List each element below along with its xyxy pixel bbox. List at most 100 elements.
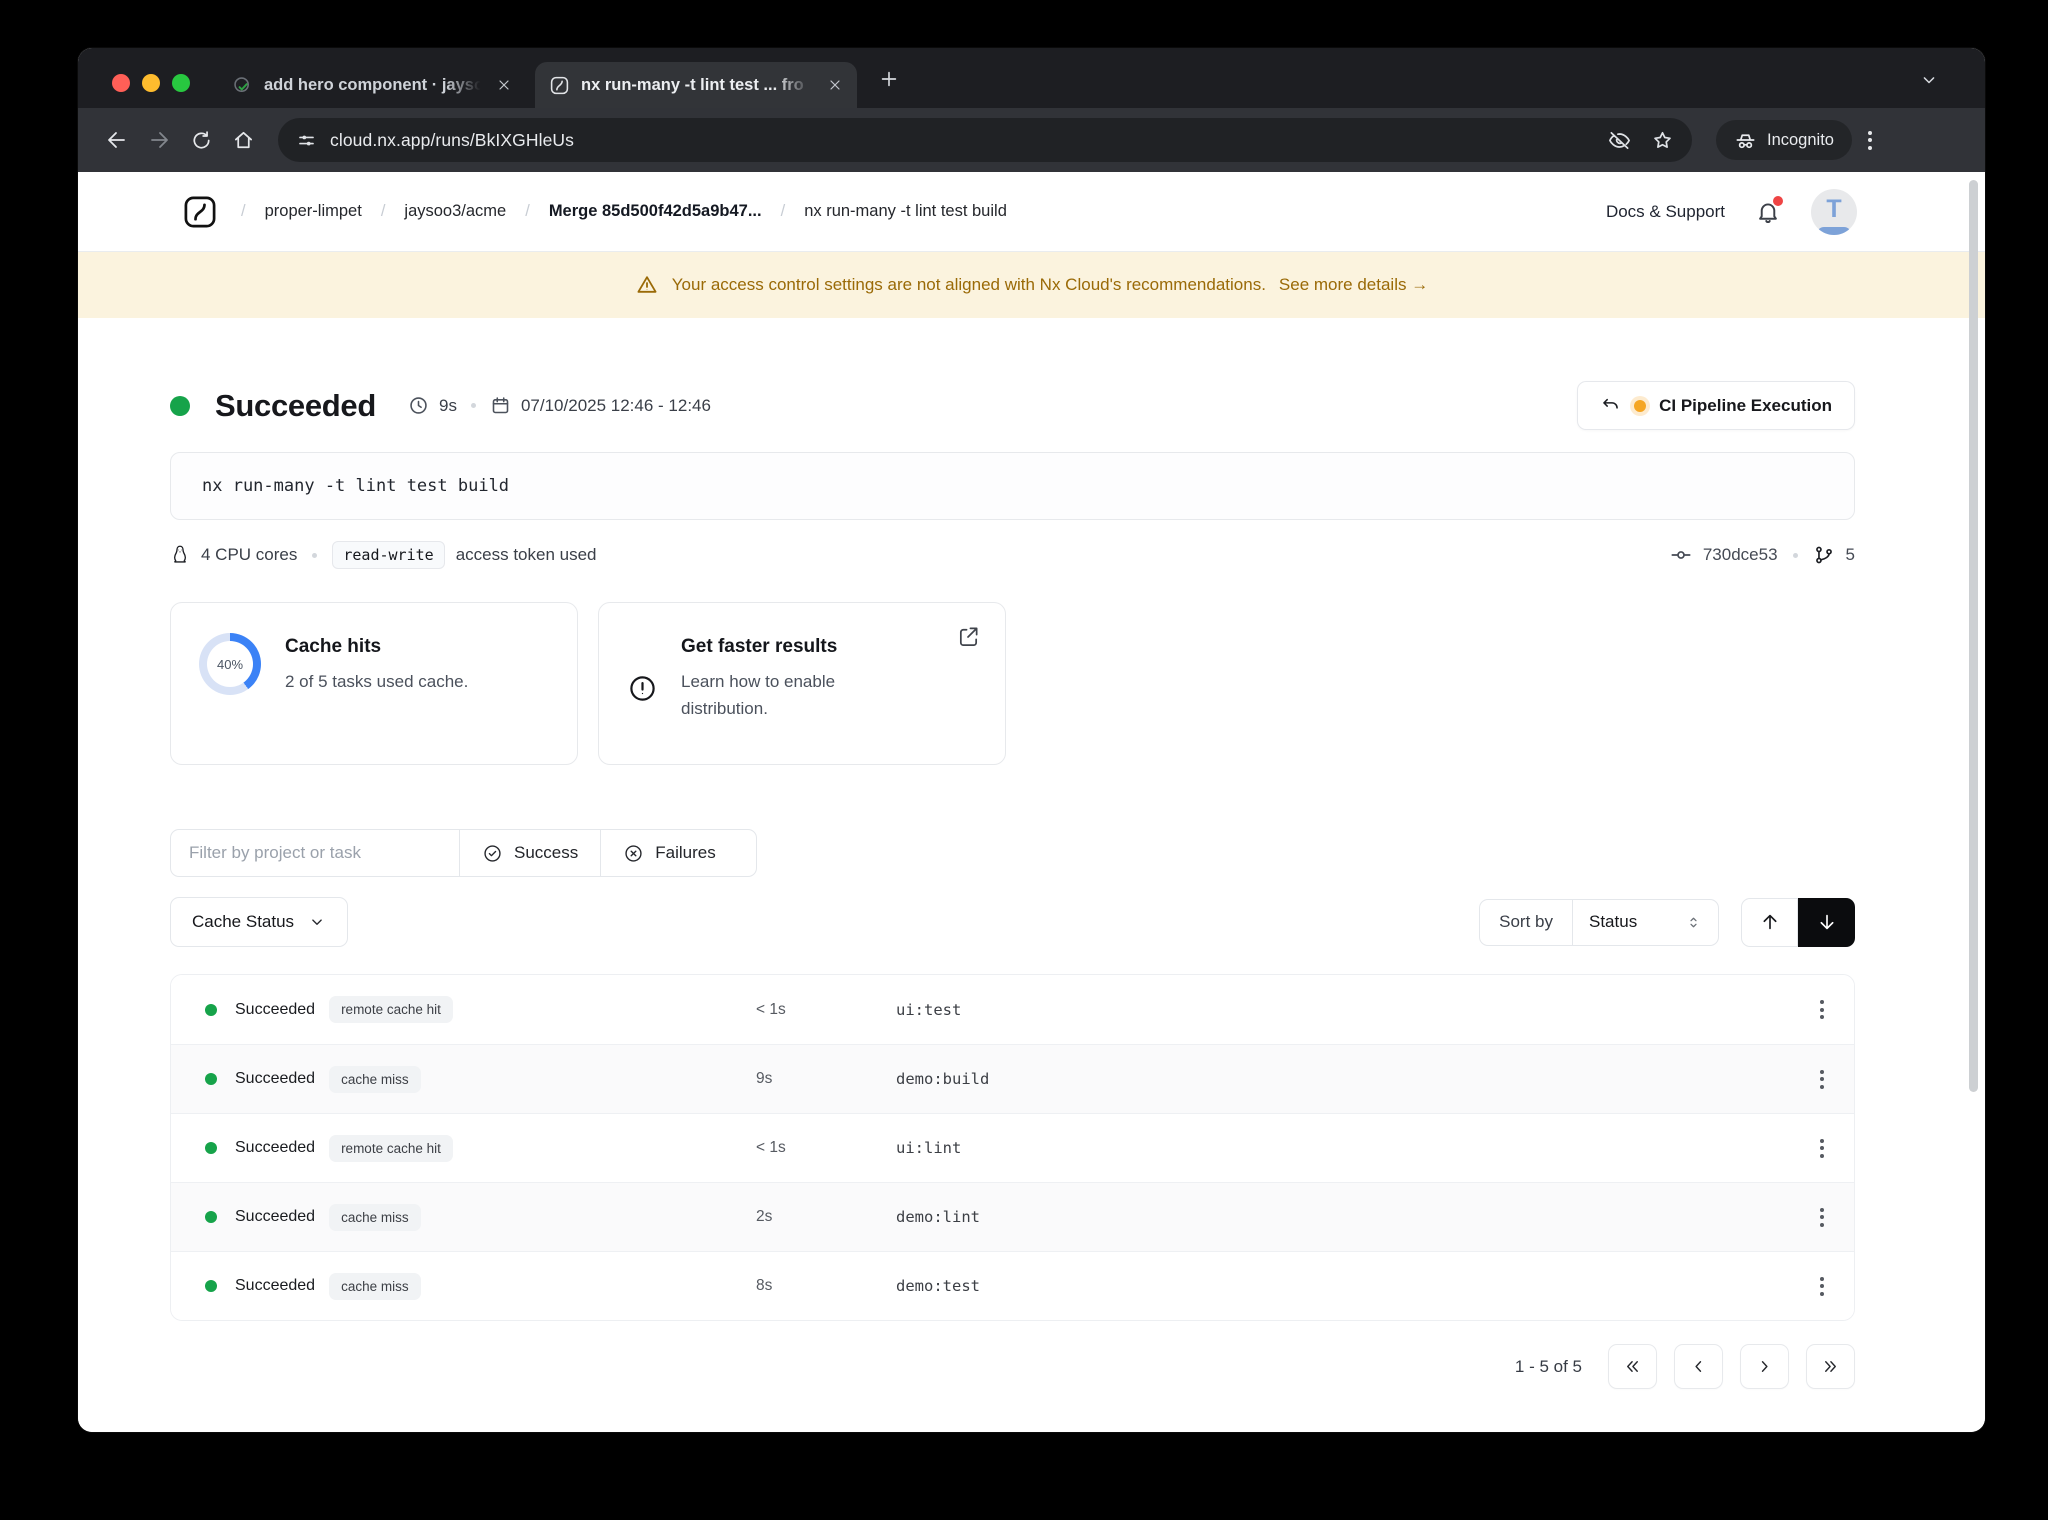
bookmark-star-icon[interactable] [1651,129,1674,152]
sort-by-select[interactable]: Status [1572,899,1718,945]
close-window-button[interactable] [112,74,130,92]
status-dot [205,1280,217,1292]
breadcrumb-separator: / [380,202,386,220]
browser-tab-inactive[interactable]: add hero component · jaysoo [218,62,526,108]
breadcrumb-separator: / [241,202,246,220]
cache-donut-chart: 40% [199,633,261,695]
access-token-suffix: access token used [455,545,597,564]
sort-by-value: Status [1589,912,1638,931]
cache-percent: 40% [216,656,244,672]
x-circle-icon [623,843,644,864]
nx-logo-icon[interactable] [182,194,218,230]
site-settings-icon[interactable] [296,130,317,151]
row-cache-pill: cache miss [329,1203,421,1231]
sort-descending-button[interactable] [1798,897,1855,947]
sort-bar: Cache Status Sort by Status [170,897,1855,947]
info-icon [627,673,681,722]
command-text: nx run-many -t lint test build [202,476,510,496]
row-menu-button[interactable] [1820,1276,1854,1296]
eye-off-icon[interactable] [1608,129,1631,152]
distribution-card[interactable]: Get faster results Learn how to enable d… [598,602,1006,765]
kebab-icon [1820,1207,1824,1227]
row-cache-pill: cache miss [329,1065,421,1093]
incognito-badge: Incognito [1716,120,1852,160]
row-cache-pill: remote cache hit [329,1134,453,1162]
linux-icon [170,544,190,566]
filter-input[interactable] [171,830,459,876]
commit-hash[interactable]: 730dce53 [1703,545,1778,565]
url-text: cloud.nx.app/runs/BkIXGHleUs [330,129,575,150]
tab-search-button[interactable] [1919,70,1939,90]
address-bar[interactable]: cloud.nx.app/runs/BkIXGHleUs [278,118,1692,162]
branch-count: 5 [1845,545,1855,564]
filter-bar: Success Failures [170,829,757,877]
breadcrumb-run[interactable]: nx run-many -t lint test build [804,202,1007,221]
browser-tab-active[interactable]: nx run-many -t lint test ... fro [535,62,857,108]
breadcrumb-repo[interactable]: jaysoo3/acme [404,202,506,221]
zoom-window-button[interactable] [172,74,190,92]
calendar-icon [490,395,511,416]
nx-favicon-icon [549,75,570,96]
last-page-button[interactable] [1806,1344,1855,1389]
table-row[interactable]: Succeeded remote cache hit < 1s ui:test [171,975,1854,1044]
notifications-button[interactable] [1755,195,1783,225]
status-dot [205,1142,217,1154]
distribution-card-title: Get faster results [681,636,838,657]
reload-button[interactable] [180,119,222,161]
browser-toolbar: cloud.nx.app/runs/BkIXGHleUs Incognito [78,108,1985,172]
table-row[interactable]: Succeeded cache miss 2s demo:lint [171,1182,1854,1251]
docs-support-link[interactable]: Docs & Support [1606,202,1725,222]
filter-failures-button[interactable]: Failures [600,830,738,876]
table-row[interactable]: Succeeded cache miss 9s demo:build [171,1044,1854,1113]
kebab-icon [1820,1138,1824,1158]
chevrons-up-down-icon [1685,914,1702,931]
banner-details-link[interactable]: See more details → [1279,275,1428,295]
new-tab-button[interactable] [878,68,900,90]
row-task: demo:build [896,1070,990,1088]
row-status-label: Succeeded [235,1000,316,1018]
row-menu-button[interactable] [1820,1000,1854,1019]
tab-close-icon[interactable] [496,77,512,93]
next-page-button[interactable] [1740,1344,1789,1389]
kebab-icon [1820,1069,1824,1089]
distribution-card-subtitle: Learn how to enable distribution. [681,672,836,719]
avatar[interactable]: T [1811,188,1857,235]
access-token-pill: read-write [332,541,445,569]
previous-page-button[interactable] [1674,1344,1723,1389]
row-menu-button[interactable] [1820,1138,1854,1158]
row-duration: < 1s [756,1000,786,1018]
breadcrumb-separator: / [780,202,786,220]
cache-status-dropdown[interactable]: Cache Status [170,897,349,947]
table-row[interactable]: Succeeded remote cache hit < 1s ui:lint [171,1113,1854,1182]
external-link-icon[interactable] [957,625,980,653]
row-menu-button[interactable] [1820,1207,1854,1227]
separator-dot [1792,552,1798,558]
tab-close-icon[interactable] [827,77,843,93]
status-dot [205,1003,217,1016]
sort-direction-group [1741,897,1855,947]
pr-check-icon [232,75,253,96]
browser-menu-button[interactable] [1867,130,1872,150]
run-duration: 9s [439,395,457,415]
forward-button[interactable] [138,119,180,161]
row-cache-pill: cache miss [329,1272,421,1300]
back-button[interactable] [96,119,138,161]
breadcrumb-workspace[interactable]: proper-limpet [265,202,362,221]
first-page-button[interactable] [1608,1344,1657,1389]
row-task: demo:lint [896,1208,980,1226]
page-scrollbar[interactable] [1969,180,1978,1092]
table-row[interactable]: Succeeded cache miss 8s demo:test [171,1251,1854,1320]
clock-icon [408,395,429,416]
row-menu-button[interactable] [1820,1069,1854,1089]
home-button[interactable] [222,119,264,161]
filter-success-button[interactable]: Success [459,830,601,876]
sort-ascending-button[interactable] [1741,897,1798,947]
run-status-title: Succeeded [215,387,376,423]
ci-pipeline-button[interactable]: CI Pipeline Execution [1577,381,1855,430]
breadcrumb-separator: / [525,202,530,220]
pagination: 1 - 5 of 5 [170,1344,1855,1389]
minimize-window-button[interactable] [142,74,160,92]
avatar-letter: T [1826,195,1842,223]
breadcrumb-commit[interactable]: Merge 85d500f42d5a9b47... [549,202,762,221]
tab-strip: add hero component · jaysoo nx run-many … [78,48,1985,108]
